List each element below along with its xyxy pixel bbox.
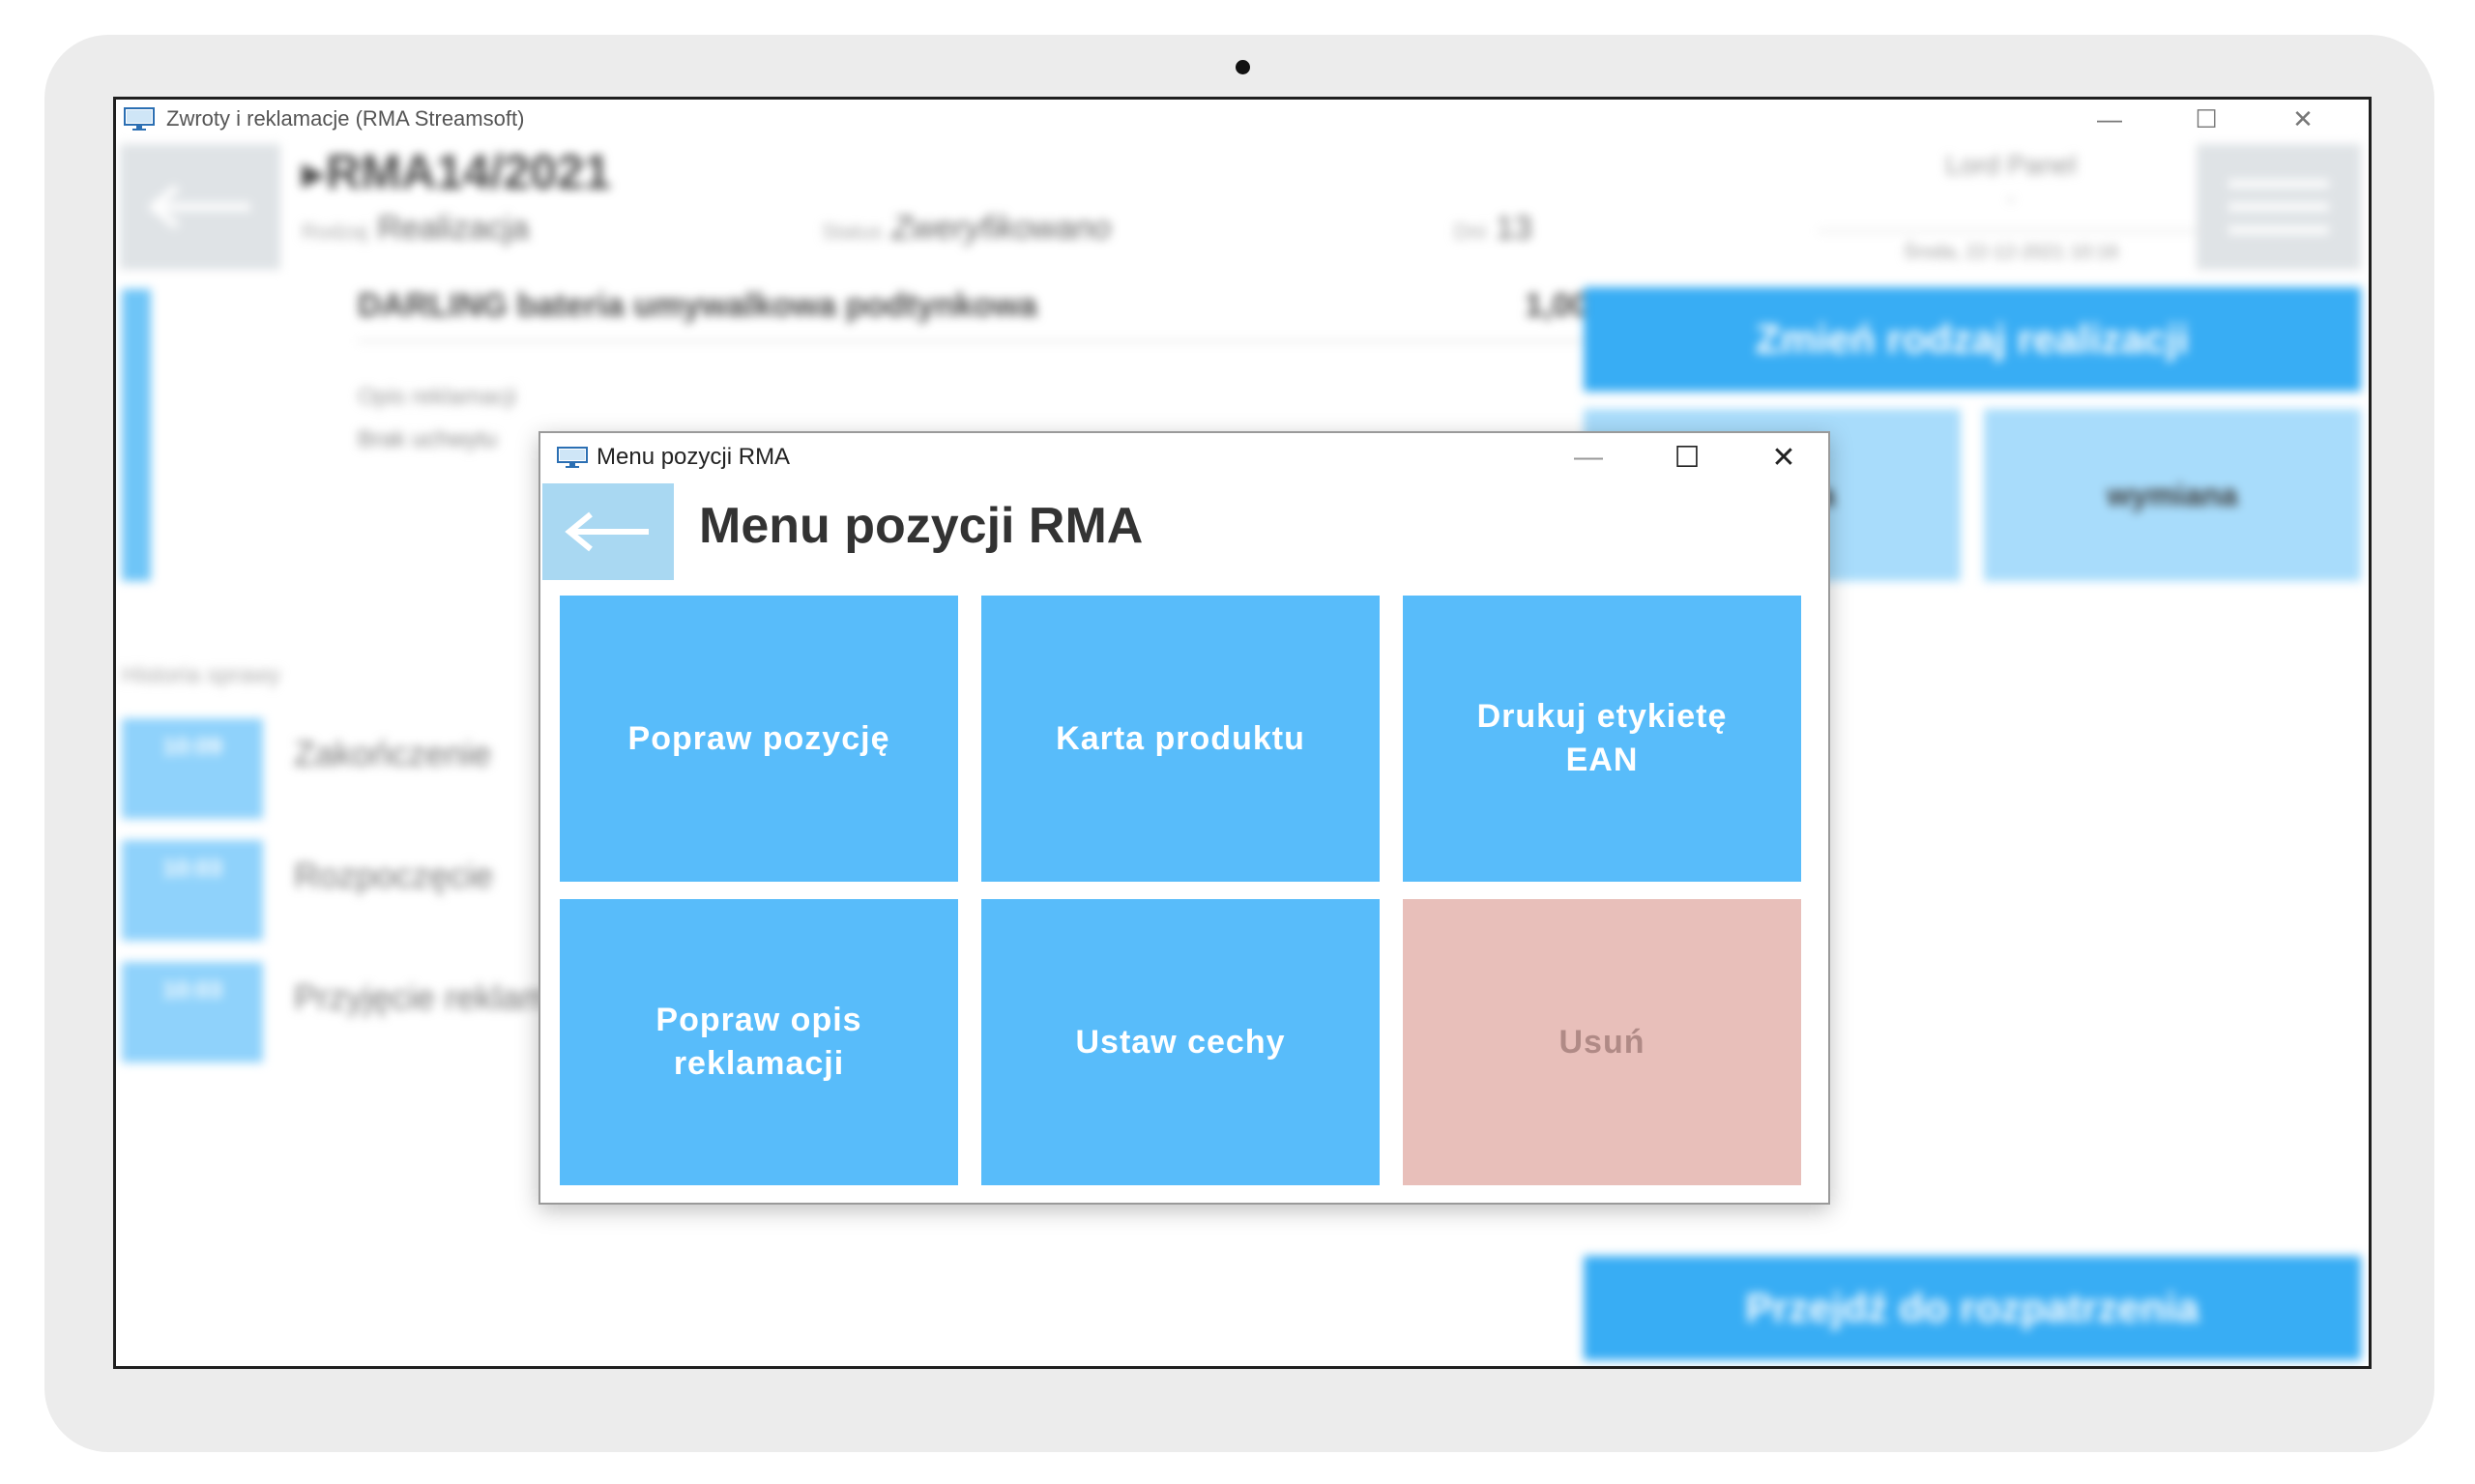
dialog-heading: Menu pozycji RMA <box>699 498 1144 554</box>
meta-days: Dni 13 <box>1454 210 1532 247</box>
document-number: ▸RMA14/2021 <box>302 145 611 199</box>
arrow-left-icon <box>147 184 250 230</box>
history-text: Zakończenie <box>294 734 492 773</box>
history-time: 10:03 <box>122 962 263 1062</box>
item-row[interactable]: DARLING bateria umywalkowa podtynkowa 1,… <box>358 287 1644 342</box>
go-to-review-button[interactable]: Przejdź do rozpatrzenia <box>1584 1256 2361 1360</box>
screen: Zwroty i reklamacje (RMA Streamsoft) — ☐… <box>113 97 2372 1369</box>
delete-button[interactable]: Usuń <box>1403 899 1801 1185</box>
main-back-button[interactable] <box>120 144 280 270</box>
history-title: Historia sprawy <box>122 662 281 688</box>
change-type-button[interactable]: Zmień rodzaj realizacji <box>1584 287 2361 392</box>
dialog-close-button[interactable]: ✕ <box>1735 433 1832 481</box>
fix-item-button[interactable]: Popraw pozycję <box>560 596 958 882</box>
user-info: Lord Panel - Środa, 22-12-2021 10:16 <box>1818 150 2204 264</box>
history-time: 10:03 <box>122 840 263 941</box>
option-exchange-button[interactable]: wymiana <box>1984 409 2361 581</box>
item-name: DARLING bateria umywalkowa podtynkowa <box>358 287 1037 324</box>
history-time: 10:09 <box>122 718 263 819</box>
dialog-maximize-button[interactable]: ☐ <box>1639 433 1735 481</box>
current-date: Środa, 22-12-2021 10:16 <box>1818 230 2204 264</box>
menu-line-icon <box>2228 203 2329 211</box>
item-desc-value: Brak uchwytu <box>358 426 498 452</box>
meta-type: Rodzaj Realizacja <box>302 210 530 247</box>
menu-line-icon <box>2228 180 2329 188</box>
item-desc-label: Opis reklamacji <box>358 384 517 410</box>
set-attributes-button[interactable]: Ustaw cechy <box>981 899 1380 1185</box>
camera-dot <box>1236 60 1250 74</box>
main-maximize-button[interactable]: ☐ <box>2160 100 2253 138</box>
app-monitor-icon <box>124 107 155 131</box>
arrow-left-icon <box>565 511 649 552</box>
meta-status: Status Zweryfikowano <box>822 210 1112 247</box>
main-titlebar: Zwroty i reklamacje (RMA Streamsoft) <box>116 100 2369 138</box>
dialog-back-button[interactable] <box>542 483 674 580</box>
main-window-title: Zwroty i reklamacje (RMA Streamsoft) <box>166 106 525 131</box>
item-selection-bar <box>122 289 151 581</box>
dialog-title: Menu pozycji RMA <box>597 444 791 470</box>
rma-item-menu-dialog: Menu pozycji RMA — ☐ ✕ Menu pozycji RMA … <box>539 431 1830 1205</box>
main-close-button[interactable]: ✕ <box>2257 100 2349 138</box>
user-name: Lord Panel <box>1945 150 2077 180</box>
dialog-minimize-button[interactable]: — <box>1540 433 1637 481</box>
app-monitor-icon <box>557 447 588 468</box>
main-minimize-button[interactable]: — <box>2063 100 2156 138</box>
print-ean-label-button[interactable]: Drukuj etykietę EAN <box>1403 596 1801 882</box>
user-dash: - <box>2007 189 2015 210</box>
fix-complaint-description-button[interactable]: Popraw opis reklamacji <box>560 899 958 1185</box>
product-card-button[interactable]: Karta produktu <box>981 596 1380 882</box>
history-text: Rozpoczęcie <box>294 856 494 895</box>
menu-line-icon <box>2228 226 2329 234</box>
hamburger-menu-button[interactable] <box>2197 144 2361 270</box>
